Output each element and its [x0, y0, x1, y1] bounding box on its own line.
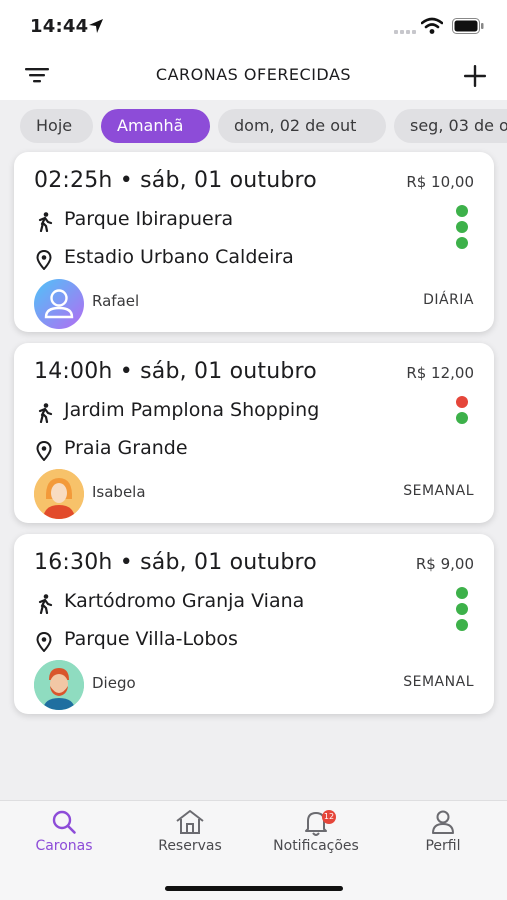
map-pin-icon	[36, 250, 52, 270]
tab-perfil[interactable]: Perfil	[380, 801, 506, 871]
chip-dom-02-out[interactable]: dom, 02 de out	[218, 109, 386, 143]
driver-name: Diego	[92, 674, 136, 692]
home-indicator	[165, 886, 343, 891]
tab-notificacoes[interactable]: 12 Notificações	[253, 801, 379, 871]
tab-label: Reservas	[158, 838, 222, 854]
destination-label: Praia Grande	[64, 437, 188, 459]
destination-row: Parque Villa-Lobos	[34, 628, 434, 654]
date-filter-chips: Hoje Amanhã dom, 02 de out seg, 03 de ou…	[0, 100, 507, 152]
origin-row: Jardim Pamplona Shopping	[34, 399, 434, 425]
tab-label: Perfil	[425, 838, 461, 854]
seat-dot	[456, 619, 468, 631]
destination-label: Parque Villa-Lobos	[64, 628, 238, 650]
avatar	[34, 279, 84, 329]
ride-price: R$ 9,00	[415, 555, 474, 573]
walking-icon	[38, 594, 53, 614]
seat-dot	[456, 587, 468, 599]
seat-availability	[456, 396, 468, 428]
tab-caronas[interactable]: Caronas	[1, 801, 127, 871]
tab-label: Caronas	[35, 838, 93, 854]
origin-row: Kartódromo Granja Viana	[34, 590, 434, 616]
chip-hoje[interactable]: Hoje	[20, 109, 93, 143]
walking-icon	[38, 403, 53, 423]
ride-card[interactable]: 02:25h • sáb, 01 outubro R$ 10,00 Parque…	[14, 152, 494, 332]
frequency-label: SEMANAL	[403, 674, 474, 690]
ride-price: R$ 12,00	[406, 364, 474, 382]
chip-amanha[interactable]: Amanhã	[101, 109, 210, 143]
origin-label: Parque Ibirapuera	[64, 208, 234, 230]
driver-name: Isabela	[92, 483, 146, 501]
walking-icon	[38, 212, 53, 232]
tab-label: Notificações	[273, 838, 359, 854]
origin-label: Kartódromo Granja Viana	[64, 590, 305, 612]
seat-availability	[456, 205, 468, 253]
tab-reservas[interactable]: Reservas	[127, 801, 253, 871]
seat-dot	[456, 205, 468, 217]
map-pin-icon	[36, 632, 52, 652]
person-icon	[432, 810, 454, 834]
map-pin-icon	[36, 441, 52, 461]
notification-badge: 12	[322, 810, 336, 824]
seat-dot	[456, 412, 468, 424]
ride-price: R$ 10,00	[406, 173, 474, 191]
search-icon	[52, 810, 76, 834]
frequency-label: SEMANAL	[403, 483, 474, 499]
frequency-label: DIÁRIA	[423, 292, 474, 308]
seat-dot	[456, 396, 468, 408]
ride-time: 16:30h • sáb, 01 outubro	[34, 550, 317, 575]
seat-dot	[456, 221, 468, 233]
tab-bar: Caronas Reservas 12 Notificações Perfil	[0, 800, 507, 900]
destination-row: Praia Grande	[34, 437, 434, 463]
battery-icon	[452, 18, 484, 34]
origin-row: Parque Ibirapuera	[34, 208, 434, 234]
destination-row: Estadio Urbano Caldeira	[34, 246, 434, 272]
avatar	[34, 469, 84, 519]
man-avatar-icon	[34, 660, 84, 710]
wifi-icon	[421, 17, 443, 34]
woman-avatar-icon	[34, 469, 84, 519]
home-icon	[176, 810, 204, 834]
ride-card[interactable]: 14:00h • sáb, 01 outubro R$ 12,00 Jardim…	[14, 343, 494, 523]
ride-card[interactable]: 16:30h • sáb, 01 outubro R$ 9,00 Kartódr…	[14, 534, 494, 714]
destination-label: Estadio Urbano Caldeira	[64, 246, 294, 268]
seat-dot	[456, 237, 468, 249]
location-arrow-icon	[89, 19, 103, 33]
status-time: 14:44	[30, 16, 89, 37]
signal-icon	[394, 30, 416, 34]
page-title: CARONAS OFERECIDAS	[155, 65, 352, 84]
seat-availability	[456, 587, 468, 635]
ride-time: 14:00h • sáb, 01 outubro	[34, 359, 317, 384]
person-icon	[44, 289, 74, 319]
avatar	[34, 660, 84, 710]
chip-seg-03-out[interactable]: seg, 03 de out	[394, 109, 507, 143]
origin-label: Jardim Pamplona Shopping	[64, 399, 320, 421]
driver-name: Rafael	[92, 292, 140, 310]
ride-time: 02:25h • sáb, 01 outubro	[34, 168, 317, 193]
add-ride-icon[interactable]	[462, 63, 488, 89]
seat-dot	[456, 603, 468, 615]
